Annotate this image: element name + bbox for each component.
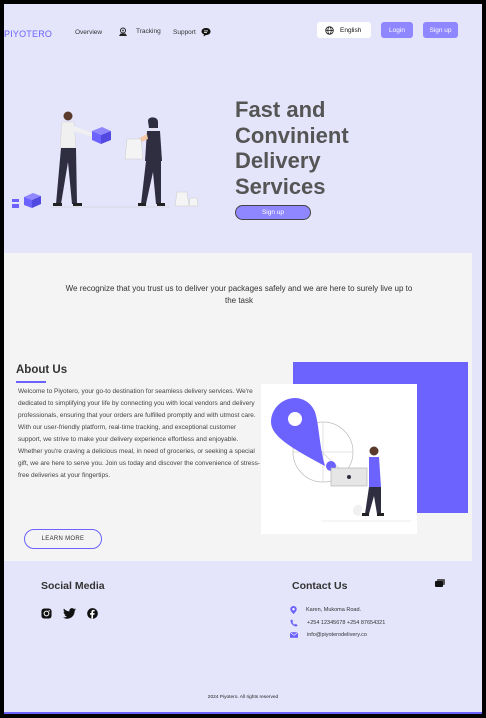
learn-more-button[interactable]: LEARN MORE — [24, 529, 102, 549]
globe-icon — [325, 25, 334, 35]
hero-illustration — [12, 111, 199, 208]
tracking-icon — [119, 27, 127, 36]
address-text: Karen, Mukoma Road. — [306, 607, 362, 613]
phone-text: +254 12345678 +254 87654321 — [307, 620, 386, 626]
login-button[interactable]: Login — [381, 22, 413, 38]
twitter-icon[interactable] — [63, 608, 76, 619]
contact-title: Contact Us — [292, 580, 348, 592]
social-media-title: Social Media — [41, 580, 105, 592]
facebook-icon[interactable] — [87, 608, 98, 619]
email-text[interactable]: info@piyoterodelivery.co — [307, 632, 367, 638]
hero-title-line: Services — [235, 173, 326, 199]
live-chat-icon[interactable] — [435, 579, 445, 588]
navbar: PIYOTERO Overview Tracking Support Engli… — [4, 4, 482, 60]
signup-nav-button[interactable]: Sign up — [423, 22, 458, 38]
chat-bubble-icon — [201, 28, 211, 37]
contact-phone: +254 12345678 +254 87654321 — [290, 619, 385, 627]
bottom-accent-bar — [4, 712, 482, 714]
hero-title-line: Delivery — [235, 148, 321, 173]
nav-link-tracking[interactable]: Tracking — [136, 28, 161, 35]
page: PIYOTERO Overview Tracking Support Engli… — [4, 4, 482, 714]
contact-email: info@piyoterodelivery.co — [290, 632, 367, 638]
hero-title-line: Fast and — [235, 97, 326, 122]
phone-icon — [290, 619, 298, 627]
location-pin-icon — [290, 606, 297, 614]
hero-title-line: Convinient — [235, 122, 349, 148]
delivery-illustration — [271, 398, 411, 522]
language-selector[interactable]: English — [317, 22, 371, 38]
email-icon — [290, 632, 298, 638]
copyright: 2024 Piyotero. All rights reserved — [207, 695, 279, 700]
about-title: About Us — [16, 364, 68, 376]
about-illustration-card — [261, 384, 417, 534]
about-underline — [16, 381, 46, 383]
trust-statement: We recognize that you trust us to delive… — [65, 284, 413, 305]
hero-signup-button[interactable]: Sign up — [235, 205, 311, 220]
contact-address: Karen, Mukoma Road. — [290, 606, 361, 614]
instagram-icon[interactable] — [41, 608, 52, 619]
nav-link-support[interactable]: Support — [173, 29, 196, 36]
language-label: English — [340, 26, 362, 34]
logo[interactable]: PIYOTERO — [4, 29, 52, 39]
nav-link-overview[interactable]: Overview — [75, 29, 102, 36]
about-text: Welcome to Piyotero, your go-to destinat… — [18, 388, 261, 479]
hero-title: Fast and Convinient Delivery Services — [235, 97, 435, 199]
